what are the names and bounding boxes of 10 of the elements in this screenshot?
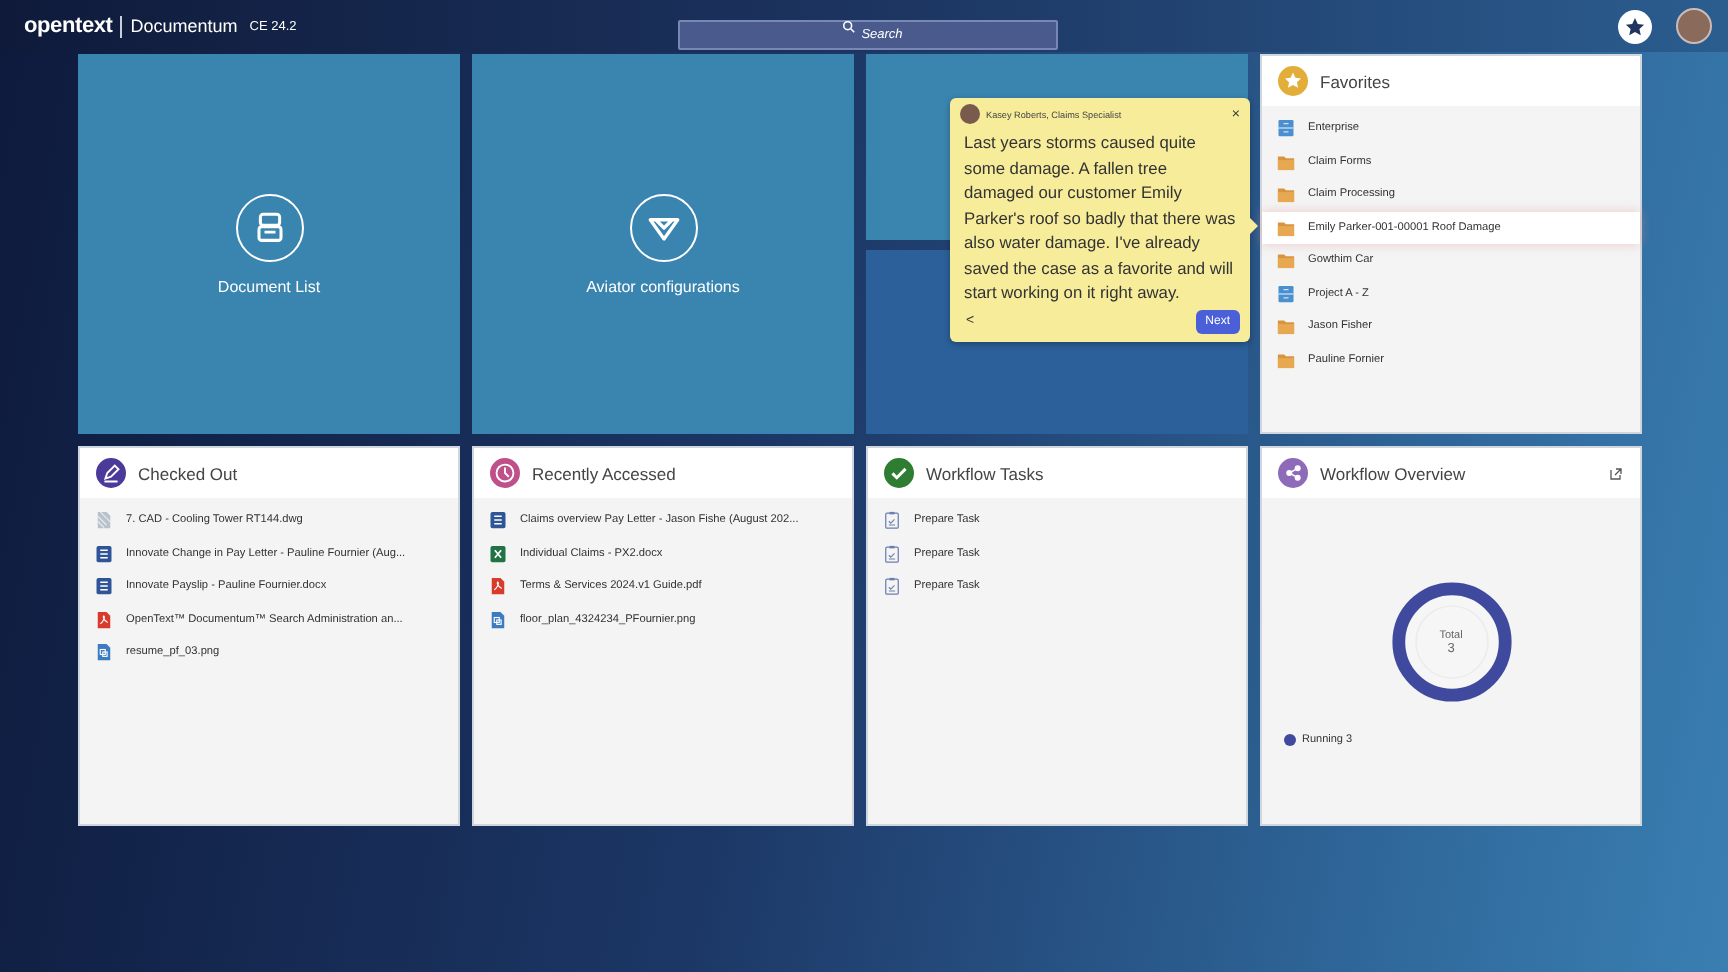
tile-label: Document List xyxy=(217,277,321,295)
brand-logo: opentext xyxy=(24,14,113,38)
widget-title: Recently Accessed xyxy=(532,463,678,483)
tooltip-text: Last years storms caused quite some damage. A fallen tree damaged our customer Emily Parker's roof so badly that there was also water damage. I've already saved the case as a favorite and will start working on it right away. xyxy=(964,130,1236,305)
widget-title: Checked Out xyxy=(138,463,240,483)
widget-title: Favorites xyxy=(1320,71,1392,91)
widget-title: Workflow Tasks xyxy=(926,463,1046,483)
product-name: Documentum xyxy=(130,16,238,36)
widget-title: Workflow Overview xyxy=(1320,463,1468,483)
tile-label: Aviator configurations xyxy=(586,277,740,295)
